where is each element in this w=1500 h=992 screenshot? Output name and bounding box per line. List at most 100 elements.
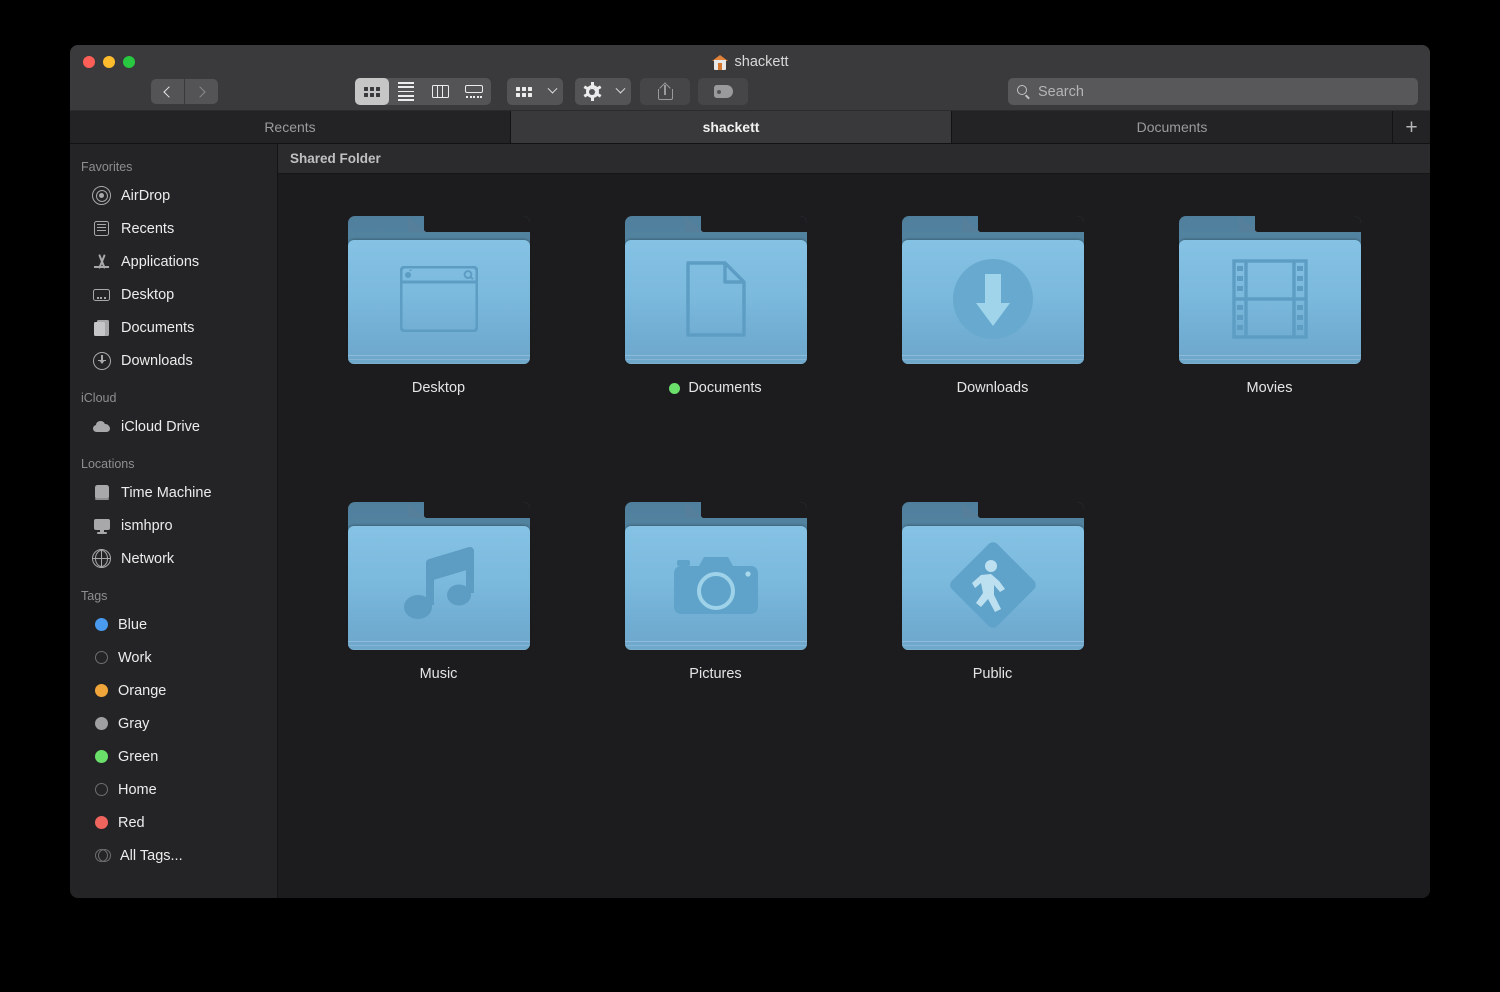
- content-area: Shared Folder Desktop Documents Download…: [278, 144, 1430, 898]
- group-by-icon: [516, 86, 532, 97]
- folder-icon: [347, 502, 530, 650]
- file-item-movies[interactable]: Movies: [1170, 216, 1370, 502]
- desktop-window-glyph: [348, 240, 530, 364]
- sidebar-item-network[interactable]: Network: [70, 542, 277, 575]
- file-label: Movies: [1247, 380, 1293, 396]
- edit-tags-button[interactable]: [698, 78, 748, 105]
- folder-icon: [624, 216, 807, 364]
- sidebar-item-label: Documents: [121, 319, 195, 336]
- icon-view-icon: [364, 86, 380, 97]
- sidebar-item-icloud-drive[interactable]: iCloud Drive: [70, 410, 277, 443]
- file-item-pictures[interactable]: Pictures: [616, 502, 816, 788]
- icon-view-button[interactable]: [355, 78, 389, 105]
- sidebar[interactable]: Favorites AirDrop Recents Applications D…: [70, 144, 278, 898]
- recents-icon: [92, 219, 111, 238]
- pedestrian-sign-glyph: [902, 526, 1084, 650]
- file-item-public[interactable]: Public: [893, 502, 1093, 788]
- sidebar-item-time-machine[interactable]: Time Machine: [70, 476, 277, 509]
- sidebar-tag-work[interactable]: Work: [70, 641, 277, 674]
- documents-icon: [92, 318, 111, 337]
- sidebar-item-label: Desktop: [121, 286, 175, 303]
- sidebar-tag-red[interactable]: Red: [70, 806, 277, 839]
- tab-recents[interactable]: Recents: [70, 111, 511, 143]
- forward-button[interactable]: [185, 79, 218, 104]
- sidebar-item-label: Work: [118, 649, 152, 666]
- sidebar-item-documents[interactable]: Documents: [70, 311, 277, 344]
- sidebar-item-recents[interactable]: Recents: [70, 212, 277, 245]
- sidebar-item-desktop[interactable]: Desktop: [70, 278, 277, 311]
- window-title: shackett: [70, 54, 1430, 70]
- download-arrow-glyph: [902, 240, 1084, 364]
- sidebar-tag-green[interactable]: Green: [70, 740, 277, 773]
- tab-documents[interactable]: Documents: [952, 111, 1393, 143]
- column-view-icon: [431, 85, 449, 98]
- sidebar-header-favorites: Favorites: [81, 160, 133, 174]
- group-by-button[interactable]: [507, 78, 563, 105]
- sidebar-item-downloads[interactable]: Downloads: [70, 344, 277, 377]
- window-titlebar: shackett Search: [70, 45, 1430, 111]
- sidebar-item-label: iCloud Drive: [121, 418, 200, 435]
- file-label-text: Desktop: [411, 380, 466, 396]
- column-view-button[interactable]: [423, 78, 457, 105]
- tab-bar: Recents shackett Documents +: [70, 111, 1430, 144]
- search-icon: [1017, 85, 1030, 100]
- share-button[interactable]: [640, 78, 690, 105]
- camera-glyph: [625, 526, 807, 650]
- file-label-text: Pictures: [689, 666, 742, 682]
- file-item-desktop[interactable]: Desktop: [339, 216, 539, 502]
- file-icon-grid[interactable]: Desktop Documents Downloads Movies Music…: [278, 174, 1430, 898]
- search-input[interactable]: Search: [1008, 78, 1418, 105]
- tag-dot-icon: [95, 750, 108, 763]
- list-view-button[interactable]: [389, 78, 423, 105]
- new-tab-button[interactable]: +: [1393, 111, 1430, 143]
- sidebar-item-ismhpro[interactable]: ismhpro: [70, 509, 277, 542]
- action-menu-button[interactable]: [575, 78, 631, 105]
- back-button[interactable]: [151, 79, 184, 104]
- gallery-view-button[interactable]: [457, 78, 491, 105]
- file-item-documents[interactable]: Documents: [616, 216, 816, 502]
- sidebar-item-label: ismhpro: [121, 517, 173, 534]
- time-machine-icon: [92, 483, 111, 502]
- folder-icon: [624, 502, 807, 650]
- search-placeholder: Search: [1038, 83, 1084, 100]
- file-label-text: Movies: [1246, 380, 1293, 396]
- desktop-icon: [92, 285, 111, 304]
- tab-shackett[interactable]: shackett: [511, 111, 952, 143]
- sidebar-item-label: Home: [118, 781, 157, 798]
- shared-folder-label: Shared Folder: [290, 151, 381, 166]
- file-item-downloads[interactable]: Downloads: [893, 216, 1093, 502]
- sidebar-tag-gray[interactable]: Gray: [70, 707, 277, 740]
- plus-icon: +: [1405, 115, 1418, 139]
- sidebar-tag-blue[interactable]: Blue: [70, 608, 277, 641]
- folder-icon: [1178, 216, 1361, 364]
- file-label: Music: [420, 666, 458, 682]
- file-label-text: Documents: [688, 380, 762, 396]
- downloads-icon: [92, 351, 111, 370]
- shared-folder-bar: Shared Folder: [278, 144, 1430, 174]
- file-label: Downloads: [957, 380, 1029, 396]
- file-label-text: Music: [419, 666, 458, 682]
- file-label-text: Public: [972, 666, 1013, 682]
- document-page-glyph: [625, 240, 807, 364]
- sidebar-tag-orange[interactable]: Orange: [70, 674, 277, 707]
- music-note-glyph: [348, 526, 530, 650]
- sidebar-item-label: AirDrop: [121, 187, 171, 204]
- sidebar-header-tags: Tags: [81, 589, 108, 603]
- applications-icon: [92, 252, 111, 271]
- share-icon: [657, 82, 673, 100]
- folder-icon: [901, 216, 1084, 364]
- finder-window: shackett Search Recents shackett Documen…: [70, 45, 1430, 898]
- sidebar-item-airdrop[interactable]: AirDrop: [70, 179, 277, 212]
- airdrop-icon: [92, 186, 111, 205]
- tag-dot-icon: [95, 816, 108, 829]
- sidebar-tag-home[interactable]: Home: [70, 773, 277, 806]
- file-item-music[interactable]: Music: [339, 502, 539, 788]
- film-strip-glyph: [1179, 240, 1361, 364]
- sidebar-tag-all-tags[interactable]: All Tags...: [70, 839, 277, 872]
- window-body: Favorites AirDrop Recents Applications D…: [70, 144, 1430, 898]
- sidebar-item-applications[interactable]: Applications: [70, 245, 277, 278]
- computer-icon: [92, 516, 111, 535]
- file-label-text: Downloads: [956, 380, 1029, 396]
- sidebar-item-label: Applications: [121, 253, 200, 270]
- window-title-text: shackett: [734, 54, 789, 70]
